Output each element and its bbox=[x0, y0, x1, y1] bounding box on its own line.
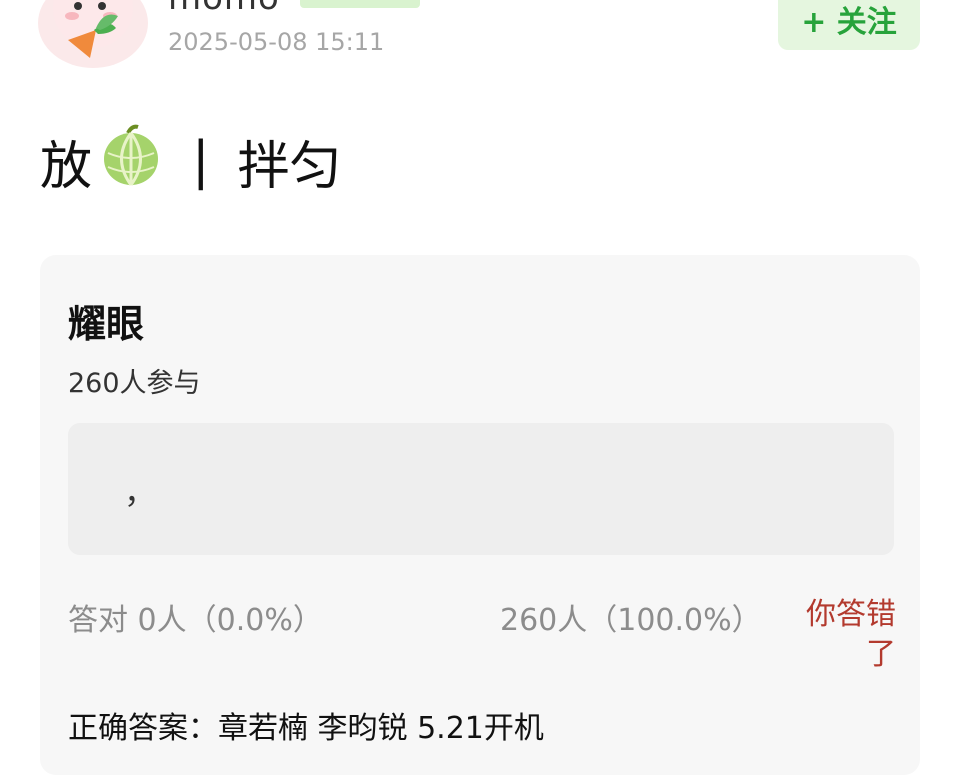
avatar[interactable] bbox=[38, 0, 148, 68]
user-badge bbox=[300, 0, 420, 8]
bunny-carrot-avatar-icon bbox=[53, 0, 133, 58]
post-text: 放 | 拌匀 bbox=[40, 124, 342, 197]
post-text-after: 拌匀 bbox=[237, 136, 342, 197]
wrong-stat: 260人（100.0%） bbox=[500, 603, 762, 638]
post-text-before: 放 bbox=[40, 136, 93, 197]
correct-stat: 答对 0人（0.0%） bbox=[68, 603, 323, 638]
quiz-option-text: ， bbox=[124, 473, 157, 511]
melon-icon bbox=[102, 123, 160, 200]
wrong-answer-label: 你答错了 bbox=[806, 597, 896, 672]
username[interactable]: momo bbox=[168, 0, 280, 18]
quiz-title: 耀眼 bbox=[68, 302, 145, 346]
post-timestamp: 2025-05-08 15:11 bbox=[168, 28, 385, 56]
quiz-card: 耀眼 260人参与 ， 答对 0人（0.0%） 260人（100.0%） 你答错… bbox=[40, 255, 920, 775]
post-separator: | bbox=[192, 131, 210, 191]
participant-count: 260人参与 bbox=[68, 368, 201, 399]
correct-answer: 正确答案：章若楠 李昀锐 5.21开机 bbox=[68, 711, 544, 746]
follow-button[interactable]: + 关注 bbox=[778, 0, 920, 50]
quiz-option[interactable]: ， bbox=[68, 423, 894, 555]
